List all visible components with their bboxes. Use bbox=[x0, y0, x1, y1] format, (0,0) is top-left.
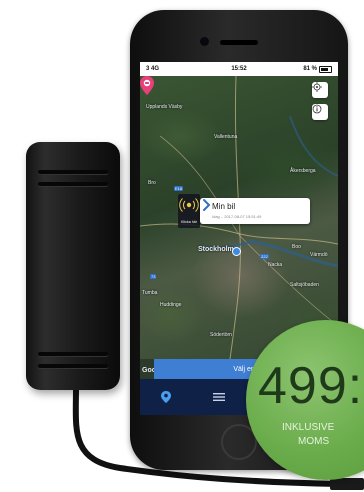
price-vat-line2: MOMS bbox=[298, 436, 330, 447]
signal-waves-icon bbox=[179, 198, 199, 212]
popup-title: Min bil bbox=[212, 202, 236, 211]
price-vat-line1: INKLUSIVE bbox=[282, 422, 335, 433]
map-pin-icon bbox=[161, 391, 172, 403]
map-label: Upplands Väsby bbox=[146, 104, 183, 110]
map-label-city: Stockholm bbox=[198, 246, 234, 253]
device-card[interactable]: Klicka här bbox=[178, 194, 200, 228]
road-badge: 73 bbox=[150, 274, 157, 279]
map-label: Vallentuna bbox=[214, 134, 238, 140]
popup-subtitle: Idag – 2017-08-07 15:51:49 bbox=[212, 214, 262, 219]
device-card-label: Klicka här bbox=[181, 220, 197, 224]
road-badge: E18 bbox=[174, 186, 184, 191]
map-label: Huddinge bbox=[160, 302, 182, 308]
earpiece-speaker bbox=[220, 40, 258, 45]
price-amount: 499: bbox=[258, 357, 364, 415]
satellite-map[interactable]: Upplands Väsby Vallentuna Bro Åkersberga… bbox=[140, 76, 338, 359]
list-icon bbox=[212, 393, 225, 401]
map-label: Åkersberga bbox=[290, 168, 316, 174]
info-icon bbox=[312, 104, 322, 114]
front-camera bbox=[200, 37, 209, 46]
map-label: Tumba bbox=[142, 290, 158, 296]
battery-percent: 81 % bbox=[303, 66, 317, 72]
status-bar: 3 4G 15:52 81 % bbox=[140, 62, 338, 76]
current-position-dot bbox=[232, 247, 241, 256]
battery-indicator: 81 % bbox=[303, 65, 332, 73]
crosshair-icon bbox=[312, 82, 322, 92]
map-label: Boo bbox=[292, 244, 301, 250]
map-label: Nacka bbox=[268, 262, 283, 268]
map-label: Saltsjöbaden bbox=[290, 282, 319, 288]
map-label: Södertörn bbox=[210, 332, 232, 338]
gps-tracker-device bbox=[26, 142, 120, 390]
locate-button[interactable] bbox=[312, 82, 328, 98]
vehicle-popup[interactable]: Min bil Idag – 2017-08-07 15:51:49 bbox=[200, 198, 310, 224]
chevron-right-icon[interactable] bbox=[200, 198, 212, 212]
map-label: Värmdö bbox=[310, 252, 328, 258]
info-button[interactable] bbox=[312, 104, 328, 120]
tab-list[interactable] bbox=[211, 389, 227, 405]
product-scene: 3 4G 15:52 81 % Upplands Väsby Vallentun… bbox=[0, 0, 364, 492]
car-location-pin-icon[interactable] bbox=[140, 76, 154, 96]
tab-map[interactable] bbox=[158, 389, 174, 405]
battery-icon bbox=[319, 65, 332, 73]
road-badge: 222 bbox=[260, 254, 269, 259]
map-label: Bro bbox=[148, 180, 156, 186]
